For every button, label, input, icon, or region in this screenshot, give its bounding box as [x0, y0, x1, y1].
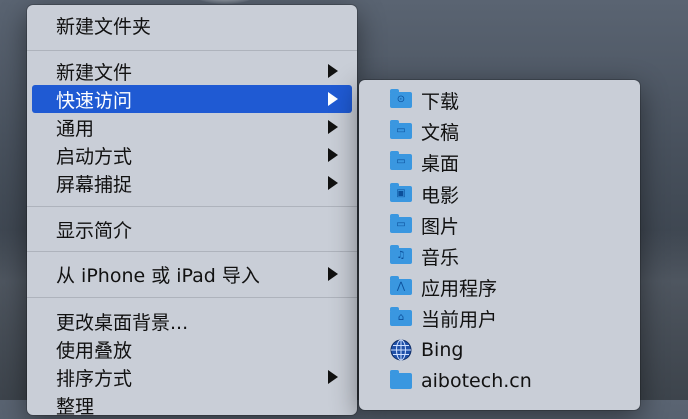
background-light — [190, 0, 260, 4]
submenu-item-label: 桌面 — [421, 152, 460, 175]
submenu-item-label: 电影 — [421, 184, 460, 207]
menu-item-new-folder[interactable]: 新建文件夹 — [32, 11, 352, 39]
menu-item-use-stacks[interactable]: 使用叠放 — [32, 335, 352, 363]
menu-item-quick-access[interactable]: 快速访问 — [32, 85, 352, 113]
quick-access-submenu: ⊙ 下载 ▭ 文稿 ▭ 桌面 ▣ 电影 ▭ 图片 ♫ 音乐 ⋀ 应用程序 ⌂ 当… — [359, 80, 640, 410]
submenu-item-label: 文稿 — [421, 121, 460, 144]
submenu-item-label: aibotech.cn — [421, 370, 532, 392]
menu-item-screen-capture[interactable]: 屏幕捕捉 — [32, 169, 352, 197]
menu-item-label: 从 iPhone 或 iPad 导入 — [56, 264, 260, 287]
menu-separator — [27, 297, 357, 298]
submenu-item-movies[interactable]: ▣ 电影 — [364, 180, 635, 208]
menu-item-open-with[interactable]: 启动方式 — [32, 141, 352, 169]
home-folder-icon: ⌂ — [390, 307, 412, 326]
submenu-item-label: 应用程序 — [421, 277, 498, 300]
menu-item-sort-by[interactable]: 排序方式 — [32, 363, 352, 391]
menu-item-label: 启动方式 — [56, 145, 133, 168]
menu-separator — [27, 251, 357, 252]
context-menu: 新建文件夹 新建文件 快速访问 通用 启动方式 屏幕捕捉 显示简介 从 iPho… — [27, 5, 357, 418]
menu-item-label: 新建文件 — [56, 61, 133, 84]
menu-item-label: 快速访问 — [56, 89, 133, 112]
submenu-item-current-user[interactable]: ⌂ 当前用户 — [364, 304, 635, 332]
menu-item-import-from-iphone[interactable]: 从 iPhone 或 iPad 导入 — [32, 260, 352, 288]
menu-item-get-info[interactable]: 显示简介 — [32, 215, 352, 243]
menu-item-clean-up[interactable]: 整理 — [32, 391, 352, 419]
submenu-item-downloads[interactable]: ⊙ 下载 — [364, 86, 635, 114]
chevron-right-icon — [328, 370, 338, 384]
folder-icon — [390, 370, 412, 389]
chevron-right-icon — [328, 120, 338, 134]
download-folder-icon: ⊙ — [390, 89, 412, 108]
submenu-item-desktop[interactable]: ▭ 桌面 — [364, 148, 635, 176]
menu-item-general[interactable]: 通用 — [32, 113, 352, 141]
menu-separator — [27, 206, 357, 207]
menu-item-change-desktop-background[interactable]: 更改桌面背景... — [32, 307, 352, 335]
menu-item-label: 更改桌面背景... — [56, 311, 189, 334]
submenu-item-music[interactable]: ♫ 音乐 — [364, 242, 635, 270]
applications-folder-icon: ⋀ — [390, 276, 412, 295]
chevron-right-icon — [328, 64, 338, 78]
menu-item-label: 新建文件夹 — [56, 15, 152, 38]
submenu-item-pictures[interactable]: ▭ 图片 — [364, 211, 635, 239]
menu-item-label: 显示简介 — [56, 219, 133, 242]
submenu-item-aibotech[interactable]: aibotech.cn — [364, 367, 635, 395]
pictures-folder-icon: ▭ — [390, 214, 412, 233]
submenu-item-label: 当前用户 — [421, 308, 498, 331]
music-folder-icon: ♫ — [390, 245, 412, 264]
menu-item-label: 通用 — [56, 117, 95, 140]
submenu-item-label: Bing — [421, 339, 464, 361]
menu-item-label: 屏幕捕捉 — [56, 173, 133, 196]
menu-item-label: 排序方式 — [56, 367, 133, 390]
menu-item-new-file[interactable]: 新建文件 — [32, 57, 352, 85]
submenu-item-documents[interactable]: ▭ 文稿 — [364, 117, 635, 145]
submenu-item-label: 音乐 — [421, 246, 460, 269]
globe-icon — [390, 339, 412, 361]
documents-folder-icon: ▭ — [390, 120, 412, 139]
submenu-item-applications[interactable]: ⋀ 应用程序 — [364, 273, 635, 301]
chevron-right-icon — [328, 176, 338, 190]
movies-folder-icon: ▣ — [390, 183, 412, 202]
chevron-right-icon — [328, 92, 338, 106]
submenu-item-label: 下载 — [421, 90, 460, 113]
desktop-folder-icon: ▭ — [390, 151, 412, 170]
menu-item-label: 整理 — [56, 395, 95, 418]
submenu-item-bing[interactable]: Bing — [364, 336, 635, 364]
menu-separator — [27, 50, 357, 51]
chevron-right-icon — [328, 267, 338, 281]
menu-item-label: 使用叠放 — [56, 339, 133, 362]
submenu-item-label: 图片 — [421, 215, 460, 238]
chevron-right-icon — [328, 148, 338, 162]
